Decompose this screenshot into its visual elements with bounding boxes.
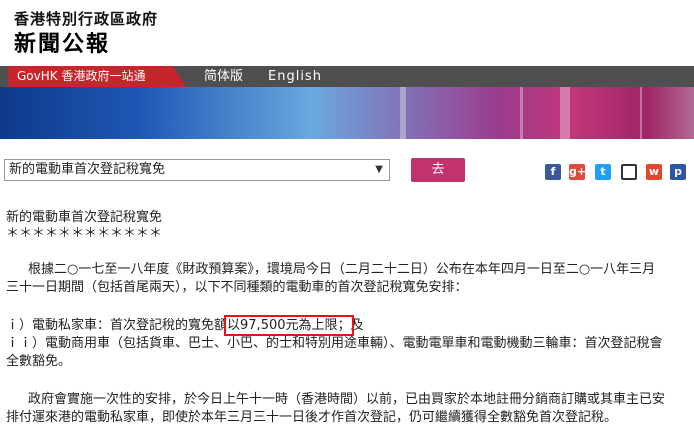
chevron-down-icon: ▼ (375, 164, 383, 175)
facebook-share-icon[interactable]: f (545, 164, 561, 180)
english-link[interactable]: English (268, 66, 322, 87)
paragraph-1-line-1: 根據二○一七至一八年度《財政預算案》，環境局今日（二月二十二日）公布在本年四月一… (28, 262, 656, 277)
simplified-chinese-link[interactable]: 简体版 (204, 66, 243, 87)
item-i: ｉ）電動私家車：首次登記稅的寬免額以97,500元為上限；及 (6, 314, 364, 336)
selected-release: 新的電動車首次登記稅寬免 (9, 162, 166, 177)
item-ii-line-1: ｉｉ）電動商用車（包括貨車、巴士、小巴、的士和特別用途車輛）、電動電單車和電動機… (6, 336, 663, 351)
go-button[interactable]: 去 (411, 158, 465, 182)
top-navbar: GovHK 香港政府一站通 简体版 English (0, 66, 694, 87)
email-share-icon[interactable] (621, 164, 637, 180)
paragraph-1-line-2: 三十一日期間（包括首尾兩天），以下不同種類的電動車的首次登記稅寬免安排： (6, 280, 468, 295)
paragraph-3-line-2: 排付運來港的電動私家車，即使於本年三月三十一日後才作首次登記，仍可繼續獲得全數豁… (6, 410, 618, 425)
item-i-prefix: ｉ）電動私家車：首次登記稅的寬免額 (6, 318, 228, 333)
site-header: 香港特別行政區政府 新聞公報 (0, 0, 694, 66)
item-ii-line-2: 全數豁免。 (6, 354, 72, 369)
press-release-title[interactable]: 新聞公報 (14, 26, 110, 58)
govhk-link[interactable]: GovHK 香港政府一站通 (8, 66, 186, 87)
print-icon[interactable]: p (670, 164, 686, 180)
item-i-highlight: 以97,500元為上限； (224, 315, 354, 336)
weibo-share-icon[interactable]: w (646, 164, 662, 180)
google-plus-share-icon[interactable]: g+ (569, 164, 586, 180)
item-i-suffix: 及 (350, 318, 364, 333)
header-banner (0, 87, 694, 139)
govhk-label: GovHK 香港政府一站通 (17, 69, 146, 83)
twitter-share-icon[interactable]: t (595, 164, 611, 180)
paragraph-3-line-1: 政府會實施一次性的安排，於今日上午十一時（香港時間）以前，已由買家於本地註冊分銷… (28, 392, 666, 407)
press-release-select[interactable]: 新的電動車首次登記稅寬免 ▼ (4, 159, 390, 181)
article-stars: ＊＊＊＊＊＊＊＊＊＊＊＊ (6, 226, 163, 241)
